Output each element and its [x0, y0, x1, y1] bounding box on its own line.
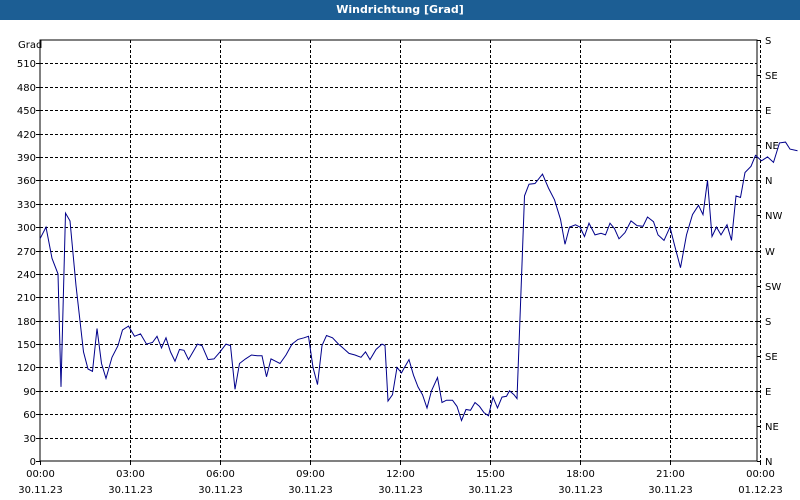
y-tick-label: 240	[17, 270, 36, 281]
x-axis: 00:00 30.11.23 03:00 30.11.23 06:00 30.11.23 0…	[18, 461, 783, 496]
compass-tick-label: SE	[765, 71, 778, 82]
y-tick-label: 330	[17, 200, 36, 211]
y-tick-label: 390	[17, 153, 36, 164]
compass-tick-label: W	[765, 247, 775, 258]
compass-tick-label: NE	[765, 422, 779, 433]
x-tick-time-label: 18:00	[566, 469, 595, 480]
x-tick-time-label: 06:00	[206, 469, 235, 480]
x-tick-time-label: 21:00	[656, 469, 685, 480]
compass-tick-label: N	[765, 176, 772, 187]
y-tick-label: 120	[17, 363, 36, 374]
y-tick-label: 90	[23, 387, 36, 398]
y-tick-label: 510	[17, 59, 36, 70]
compass-tick-label: E	[765, 106, 771, 117]
x-tick-date-label: 30.11.23	[468, 485, 513, 496]
compass-tick-label: S	[765, 317, 771, 328]
x-tick-date-label: 30.11.23	[288, 485, 333, 496]
x-tick-time-label: 15:00	[476, 469, 505, 480]
y-axis-label: Grad	[18, 40, 42, 51]
x-tick-date-label: 30.11.23	[378, 485, 423, 496]
x-tick-time-label: 09:00	[296, 469, 325, 480]
wind-direction-chart: Grad 0 30 60 90 120 150 180 210 240 270 300 330 360 3…	[17, 36, 798, 496]
compass-tick-label: NW	[765, 211, 782, 222]
y-tick-label: 180	[17, 317, 36, 328]
x-tick-time-label: 00:00	[746, 469, 775, 480]
y-tick-label: 150	[17, 340, 36, 351]
plot-area	[39, 39, 758, 462]
x-tick-date-label: 30.11.23	[108, 485, 153, 496]
x-tick-date-label: 30.11.23	[648, 485, 693, 496]
x-tick-date-label: 30.11.23	[18, 485, 63, 496]
x-tick-date-label: 30.11.23	[558, 485, 603, 496]
x-tick-time-label: 12:00	[386, 469, 415, 480]
y-tick-label: 0	[30, 457, 36, 468]
y-tick-label: 360	[17, 176, 36, 187]
y-axis-left: Grad 0 30 60 90 120 150 180 210 240 270 300 330 360 3…	[17, 40, 42, 468]
y-tick-label: 450	[17, 106, 36, 117]
x-tick-time-label: 03:00	[116, 469, 145, 480]
y-tick-label: 480	[17, 83, 36, 94]
y-tick-label: 270	[17, 247, 36, 258]
compass-tick-label: E	[765, 387, 771, 398]
y-tick-label: 210	[17, 293, 36, 304]
compass-tick-label: SW	[765, 282, 781, 293]
y-tick-label: 420	[17, 130, 36, 141]
x-tick-time-label: 00:00	[26, 469, 55, 480]
compass-tick-label: SE	[765, 352, 778, 363]
y-tick-label: 60	[23, 410, 36, 421]
compass-tick-label: N	[765, 457, 772, 468]
y-tick-label: 300	[17, 223, 36, 234]
x-tick-date-label: 30.11.23	[198, 485, 243, 496]
x-tick-date-label: 01.12.23	[738, 485, 783, 496]
y-tick-label: 30	[23, 434, 36, 445]
compass-tick-label: S	[765, 36, 771, 47]
